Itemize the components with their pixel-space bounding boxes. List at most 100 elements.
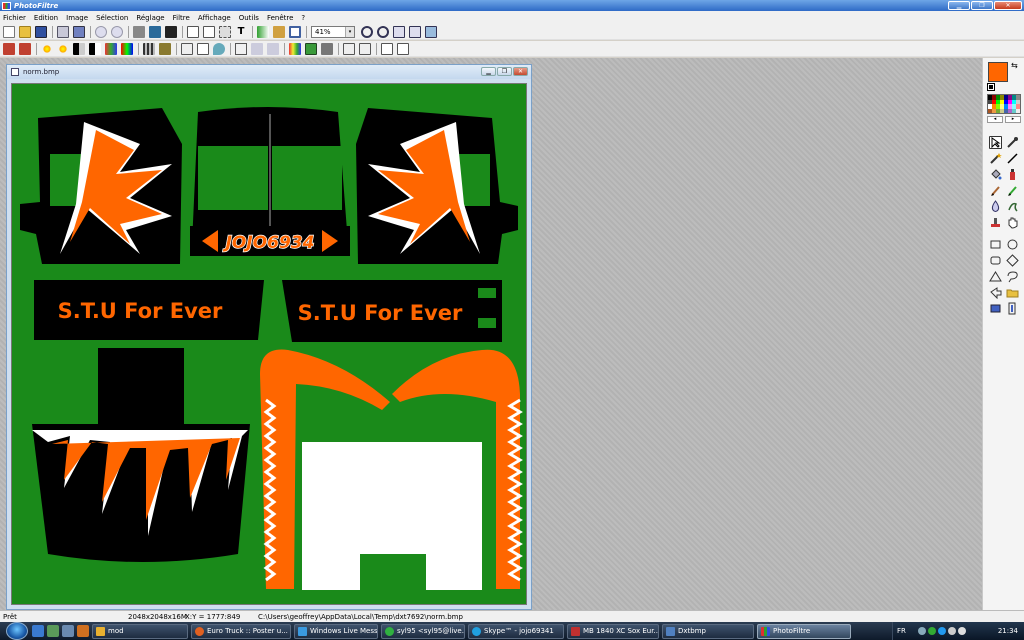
- frame-icon[interactable]: [289, 25, 301, 38]
- zoom-out-icon[interactable]: [377, 25, 389, 38]
- flip-icon[interactable]: [251, 42, 263, 55]
- menu-filtre[interactable]: Filtre: [173, 14, 190, 22]
- duplicate-icon[interactable]: [187, 25, 199, 38]
- menu-selection[interactable]: Sélection: [96, 14, 128, 22]
- resize-image-icon[interactable]: [381, 42, 393, 55]
- taskbar-item-mod[interactable]: mod: [92, 623, 188, 639]
- swap-colors-icon[interactable]: ⇆: [1011, 61, 1018, 70]
- color-icon[interactable]: [149, 25, 161, 38]
- gradient-icon[interactable]: [257, 25, 269, 38]
- fit-window-icon[interactable]: [409, 25, 421, 38]
- menu-outils[interactable]: Outils: [239, 14, 259, 22]
- doc-maximize-button[interactable]: ❐: [497, 67, 512, 76]
- color-swatch-grid[interactable]: [987, 94, 1021, 114]
- fill-bucket-tool-icon[interactable]: [989, 168, 1002, 181]
- taskbar-item-skype[interactable]: Skype™ - jojo69341: [468, 623, 564, 639]
- scan-icon[interactable]: [73, 25, 85, 38]
- palette-colors-icon[interactable]: [289, 42, 301, 55]
- zoom-in-icon[interactable]: [361, 25, 373, 38]
- auto-level-icon[interactable]: [3, 42, 15, 55]
- magic-wand-tool-icon[interactable]: [989, 152, 1002, 165]
- minimize-button[interactable]: ▁: [948, 1, 970, 10]
- hand-tool-icon[interactable]: [1006, 216, 1019, 229]
- taskbar-item-chat[interactable]: syl95 <syl95@live.fr>: [381, 623, 465, 639]
- desktop-quicklaunch-icon[interactable]: [47, 625, 59, 637]
- undo-icon[interactable]: [95, 25, 107, 38]
- effect-icon[interactable]: [273, 25, 285, 38]
- taskbar-item-photofiltre[interactable]: PhotoFiltre: [757, 623, 851, 639]
- foreground-color-swatch[interactable]: [988, 62, 1008, 82]
- taskbar-item-mb1840[interactable]: MB 1840 XC Sox Eur...: [567, 623, 659, 639]
- document-window[interactable]: norm.bmp ▁ ❐ ✕ JOJO6934 S.T.U For Ever S…: [6, 64, 532, 610]
- eyedropper-tool-icon[interactable]: [1006, 136, 1019, 149]
- reset-colors-icon[interactable]: [987, 83, 995, 91]
- text-icon[interactable]: T: [235, 26, 247, 38]
- clone-stamp-tool-icon[interactable]: [989, 216, 1002, 229]
- close-button[interactable]: ✕: [994, 1, 1022, 10]
- document-title-bar[interactable]: norm.bmp: [7, 65, 531, 79]
- brightness-minus-icon[interactable]: [41, 42, 53, 55]
- grayscale-icon[interactable]: [133, 25, 145, 38]
- blur-drop-tool-icon[interactable]: [989, 200, 1002, 213]
- doc-close-button[interactable]: ✕: [513, 67, 528, 76]
- chevron-down-icon[interactable]: ▾: [345, 26, 354, 37]
- blur-icon[interactable]: [181, 42, 193, 55]
- rotate-right-icon[interactable]: [359, 42, 371, 55]
- brightness-plus-icon[interactable]: [57, 42, 69, 55]
- volume-tray-icon[interactable]: [957, 627, 966, 635]
- auto-contrast-icon[interactable]: [19, 42, 31, 55]
- outline-shape-icon[interactable]: [1006, 302, 1019, 315]
- messenger-tray-icon[interactable]: [927, 627, 936, 635]
- tray-arrow-icon[interactable]: [917, 627, 926, 635]
- texture-icon[interactable]: [159, 42, 171, 55]
- polygon-shape-icon[interactable]: [989, 286, 1002, 300]
- actual-size-icon[interactable]: [393, 25, 405, 38]
- image-canvas[interactable]: JOJO6934 S.T.U For Ever S.T.U For Ever: [11, 83, 527, 605]
- menu-image[interactable]: Image: [66, 14, 88, 22]
- layers-icon[interactable]: [305, 42, 317, 55]
- fill-shape-icon[interactable]: [989, 302, 1002, 315]
- saturation-minus-icon[interactable]: [105, 42, 117, 55]
- contrast-plus-icon[interactable]: [89, 42, 101, 55]
- zoom-level-field[interactable]: 41% ▾: [311, 25, 355, 38]
- start-button[interactable]: [6, 622, 28, 640]
- pointer-tool-icon[interactable]: [989, 136, 1002, 149]
- swatch-prev-button[interactable]: ◂: [987, 116, 1003, 123]
- grid-icon[interactable]: [143, 42, 155, 55]
- menu-affichage[interactable]: Affichage: [198, 14, 231, 22]
- spray-tool-icon[interactable]: [1006, 168, 1019, 181]
- crop-icon[interactable]: [219, 25, 231, 38]
- swatch-next-button[interactable]: ▸: [1005, 116, 1021, 123]
- menu-edition[interactable]: Edition: [34, 14, 58, 22]
- network-tray-icon[interactable]: [947, 627, 956, 635]
- open-folder-icon[interactable]: [19, 25, 31, 38]
- ellipse-shape-icon[interactable]: [1006, 238, 1019, 251]
- saturation-plus-icon[interactable]: [121, 42, 133, 55]
- redo-icon[interactable]: [111, 25, 123, 38]
- drop-icon[interactable]: [213, 42, 225, 55]
- lasso-shape-icon[interactable]: [1006, 270, 1019, 283]
- contrast-minus-icon[interactable]: [73, 42, 85, 55]
- doc-minimize-button[interactable]: ▁: [481, 67, 496, 76]
- advanced-brush-tool-icon[interactable]: [1006, 184, 1019, 197]
- ie-quicklaunch-icon[interactable]: [32, 625, 44, 637]
- taskbar-item-firefox[interactable]: Euro Truck :: Poster u...: [191, 623, 291, 639]
- menu-fichier[interactable]: Fichier: [3, 14, 26, 22]
- menu-help[interactable]: ?: [301, 14, 305, 22]
- clock[interactable]: 21:34: [998, 627, 1018, 635]
- new-file-icon[interactable]: [3, 25, 15, 38]
- media-quicklaunch-icon[interactable]: [77, 625, 89, 637]
- menu-fenetre[interactable]: Fenêtre: [267, 14, 293, 22]
- histogram-icon[interactable]: [321, 42, 333, 55]
- fullscreen-icon[interactable]: [425, 25, 437, 38]
- brush-tool-icon[interactable]: [989, 184, 1002, 197]
- copy-icon[interactable]: [203, 25, 215, 38]
- contrast-icon[interactable]: [165, 25, 177, 38]
- open-selection-icon[interactable]: [1006, 286, 1019, 299]
- canvas-size-icon[interactable]: [397, 42, 409, 55]
- skype-tray-icon[interactable]: [937, 627, 946, 635]
- taskbar-item-dxtbmp[interactable]: Dxtbmp: [662, 623, 754, 639]
- rotate-left-icon[interactable]: [343, 42, 355, 55]
- menu-reglage[interactable]: Réglage: [136, 14, 164, 22]
- taskbar-item-messenger[interactable]: Windows Live Messe...: [294, 623, 378, 639]
